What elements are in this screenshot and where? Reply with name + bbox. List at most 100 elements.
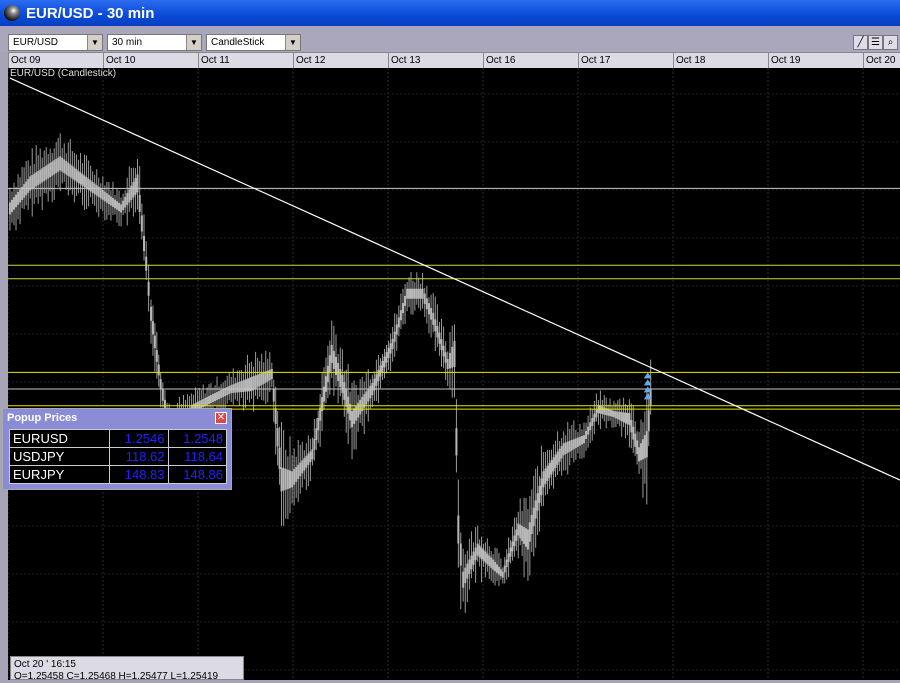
candle-body [128, 189, 131, 203]
candle-body [572, 439, 575, 450]
candle-body [256, 374, 259, 388]
close-icon[interactable]: ✕ [215, 412, 227, 424]
candle-body [284, 468, 287, 490]
candle-body [328, 355, 331, 373]
popup-prices-window[interactable]: Popup Prices ✕ EURUSD 1.2546 1.2548 USDJPY 1… [2, 408, 232, 490]
candle-body [532, 507, 535, 527]
candle-body [136, 174, 139, 193]
candle-body [618, 411, 621, 421]
interval-select[interactable]: 30 min ▼ [107, 34, 202, 51]
price-bid: 118.62 [109, 447, 169, 466]
candle-body [499, 569, 502, 577]
price-ask: 148.86 [167, 465, 227, 484]
toolbar: EUR/USD ▼ 30 min ▼ CandleStick ▼ ╱ ☰ ⌕ [0, 26, 900, 52]
candle-body [19, 189, 22, 203]
candle-body [568, 440, 571, 452]
candle-body [574, 438, 577, 449]
candle-body [448, 352, 451, 369]
candle-body [614, 411, 617, 419]
candle-body [216, 392, 219, 401]
price-row[interactable]: EURUSD 1.2546 1.2548 [9, 429, 227, 448]
candle-body [466, 563, 469, 579]
candle-body [638, 447, 641, 462]
price-row[interactable]: USDJPY 118.62 118.64 [9, 447, 227, 466]
candle-body [95, 185, 98, 196]
candle-body [423, 293, 426, 304]
date-axis: Oct 09 Oct 10 Oct 11 Oct 12 Oct 13 Oct 16 Oct … [8, 52, 900, 69]
candle-body [438, 332, 441, 344]
candle-body [534, 500, 537, 519]
candle-body [544, 468, 547, 485]
candle-body [421, 288, 424, 299]
candle-body [317, 417, 320, 431]
candle-body [413, 288, 416, 299]
window-title: EUR/USD - 30 min [26, 4, 155, 22]
candle-body [274, 408, 277, 424]
candle-body [484, 551, 487, 563]
date-label: Oct 12 [293, 53, 388, 69]
chart-label: EUR/USD (Candlestick) [10, 68, 117, 79]
zoom-icon[interactable]: ⌕ [883, 35, 898, 50]
candle-body [345, 389, 348, 407]
candle-body [240, 381, 243, 393]
chevron-down-icon[interactable]: ▼ [186, 35, 201, 50]
candle-body [432, 312, 435, 325]
candle-body [630, 419, 633, 433]
candle-body [347, 396, 350, 414]
candle-body [353, 408, 356, 424]
app-globe-icon [4, 5, 20, 21]
chart-type-select[interactable]: CandleStick ▼ [206, 34, 301, 51]
candle-body [105, 193, 108, 203]
chevron-down-icon[interactable]: ▼ [285, 35, 300, 50]
candle-body [397, 317, 400, 328]
date-label: Oct 13 [388, 53, 483, 69]
candle-body [258, 373, 261, 387]
candle-body [43, 166, 46, 182]
candle-body [59, 156, 62, 171]
candle-body [295, 466, 298, 482]
candle-body [307, 453, 310, 465]
candle-body [297, 464, 300, 479]
candle-body [442, 345, 445, 357]
candle-body [242, 380, 245, 392]
candle-body [564, 442, 567, 455]
candle-body [339, 368, 342, 388]
candle-body [570, 440, 573, 451]
candle-body [71, 165, 74, 179]
price-bid: 1.2546 [109, 429, 169, 448]
candle-body [238, 381, 241, 393]
candle-body [291, 471, 294, 488]
status-time: Oct 20 ' 16:15 [14, 659, 76, 670]
candle-body [478, 545, 481, 558]
candle-body [208, 396, 211, 405]
price-row[interactable]: EURJPY 148.83 148.86 [9, 465, 227, 484]
candle-body [542, 471, 545, 488]
candle-body [595, 409, 598, 418]
candle-body [280, 467, 283, 492]
candle-body [278, 447, 281, 469]
symbol-value: EUR/USD [13, 37, 59, 48]
candle-body [417, 288, 420, 299]
date-label: Oct 17 [578, 53, 673, 69]
symbol-select[interactable]: EUR/USD ▼ [8, 34, 103, 51]
candle-body [15, 194, 18, 208]
hlines-icon[interactable]: ☰ [868, 35, 883, 50]
chart-area[interactable]: EUR/USD (Candlestick) [8, 68, 900, 680]
draw-line-icon[interactable]: ╱ [853, 35, 868, 50]
candle-body [118, 202, 121, 212]
candle-body [77, 170, 80, 183]
candle-body [57, 157, 60, 172]
candle-body [436, 325, 439, 338]
candle-body [578, 436, 581, 446]
candle-body [286, 469, 289, 489]
candle-body [440, 339, 443, 351]
candle-body [226, 387, 229, 396]
chevron-down-icon[interactable]: ▼ [87, 35, 102, 50]
candle-body [566, 441, 569, 453]
candle-body [138, 194, 141, 212]
candle-body [446, 358, 449, 369]
candle-body [457, 515, 460, 544]
candle-body [101, 189, 104, 200]
candle-body [641, 439, 644, 460]
candle-body [293, 469, 296, 485]
